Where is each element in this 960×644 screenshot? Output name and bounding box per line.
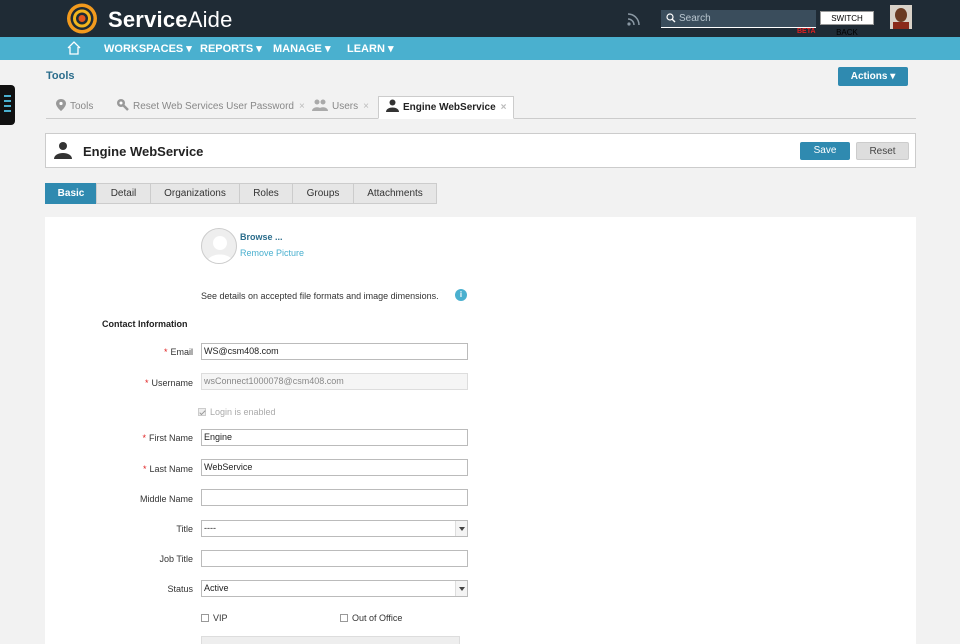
subtab-detail[interactable]: Detail — [96, 183, 151, 204]
nav-reports[interactable]: REPORTS ▾ — [200, 42, 262, 55]
email-field[interactable]: WS@csm408.com — [201, 343, 468, 360]
email-label: * Email — [163, 347, 193, 357]
last-name-field[interactable]: WebService — [201, 459, 468, 476]
out-of-office-checkbox[interactable]: Out of Office — [340, 613, 402, 623]
user-icon — [54, 142, 72, 159]
tab-reset-password[interactable]: Reset Web Services User Password × — [116, 96, 305, 119]
nav-workspaces[interactable]: WORKSPACES ▾ — [104, 42, 192, 55]
info-icon[interactable]: i — [455, 289, 467, 301]
title-label: Title — [176, 524, 193, 534]
page-title: Tools — [46, 70, 75, 82]
subtab-roles[interactable]: Roles — [239, 183, 293, 204]
middle-name-field[interactable] — [201, 489, 468, 506]
username-field: wsConnect1000078@csm408.com — [201, 373, 468, 390]
status-select[interactable]: Active — [201, 580, 468, 597]
top-bar: ServiceAide Search BETA SWITCH BACK — [0, 0, 960, 37]
profile-picture — [201, 228, 237, 264]
switch-back-button[interactable]: SWITCH BACK — [820, 11, 874, 37]
close-tab-icon[interactable]: × — [363, 101, 369, 112]
basic-form: Browse ... Remove Picture See details on… — [45, 217, 916, 644]
search-icon — [666, 13, 676, 23]
close-tab-icon[interactable]: × — [501, 102, 507, 113]
partially-visible-field — [201, 636, 460, 644]
chevron-down-icon[interactable] — [455, 581, 467, 596]
tab-engine-webservice[interactable]: Engine WebService × — [378, 96, 515, 119]
user-avatar[interactable] — [890, 5, 912, 29]
job-title-field[interactable] — [201, 550, 468, 567]
username-label: * Username — [144, 378, 193, 388]
subtab-groups[interactable]: Groups — [292, 183, 354, 204]
record-title: Engine WebService — [83, 144, 204, 159]
last-name-label: * Last Name — [142, 464, 193, 474]
contact-information-heading: Contact Information — [102, 319, 188, 329]
nav-learn[interactable]: LEARN ▾ — [347, 42, 393, 55]
actions-button[interactable]: Actions ▾ — [838, 67, 908, 86]
status-label: Status — [167, 584, 193, 594]
nav-manage[interactable]: MANAGE ▾ — [273, 42, 330, 55]
tab-users[interactable]: Users × — [312, 96, 369, 119]
job-title-label: Job Title — [159, 554, 193, 564]
chevron-down-icon[interactable] — [455, 521, 467, 536]
beta-badge: BETA — [797, 28, 816, 35]
vip-checkbox[interactable]: VIP — [201, 613, 228, 623]
subtab-attachments[interactable]: Attachments — [353, 183, 437, 204]
search-input[interactable]: Search — [661, 10, 816, 28]
reset-button[interactable]: Reset — [856, 142, 909, 160]
avatar-placeholder-icon — [206, 236, 234, 263]
first-name-label: * First Name — [142, 433, 193, 443]
serviceaide-logo-icon[interactable] — [64, 2, 100, 35]
main-nav: WORKSPACES ▾ REPORTS ▾ MANAGE ▾ LEARN ▾ — [0, 37, 960, 60]
browse-picture-link[interactable]: Browse ... — [240, 232, 283, 242]
save-button[interactable]: Save — [800, 142, 850, 160]
record-header: Engine WebService Save Reset — [45, 133, 916, 168]
side-panel-handle[interactable] — [0, 85, 15, 125]
close-tab-icon[interactable]: × — [299, 101, 305, 112]
remove-picture-link[interactable]: Remove Picture — [240, 248, 304, 258]
subtab-organizations[interactable]: Organizations — [150, 183, 240, 204]
wrench-icon — [117, 99, 129, 111]
middle-name-label: Middle Name — [139, 494, 193, 504]
users-icon — [312, 99, 328, 111]
home-icon[interactable] — [66, 40, 82, 56]
subtab-basic[interactable]: Basic — [45, 183, 97, 204]
first-name-field[interactable]: Engine — [201, 429, 468, 446]
rss-feed-icon[interactable] — [626, 11, 642, 27]
tab-tools[interactable]: Tools — [56, 96, 93, 119]
login-enabled-checkbox: Login is enabled — [198, 407, 276, 417]
search-placeholder: Search — [679, 13, 711, 24]
workspace-tabs: Tools Reset Web Services User Password × … — [46, 96, 916, 119]
user-photo-icon — [890, 5, 912, 29]
location-pin-icon — [56, 99, 66, 111]
brand-name: ServiceAide — [108, 7, 233, 32]
title-select[interactable]: ---- — [201, 520, 468, 537]
picture-details-text: See details on accepted file formats and… — [201, 291, 439, 301]
user-icon — [386, 99, 399, 112]
